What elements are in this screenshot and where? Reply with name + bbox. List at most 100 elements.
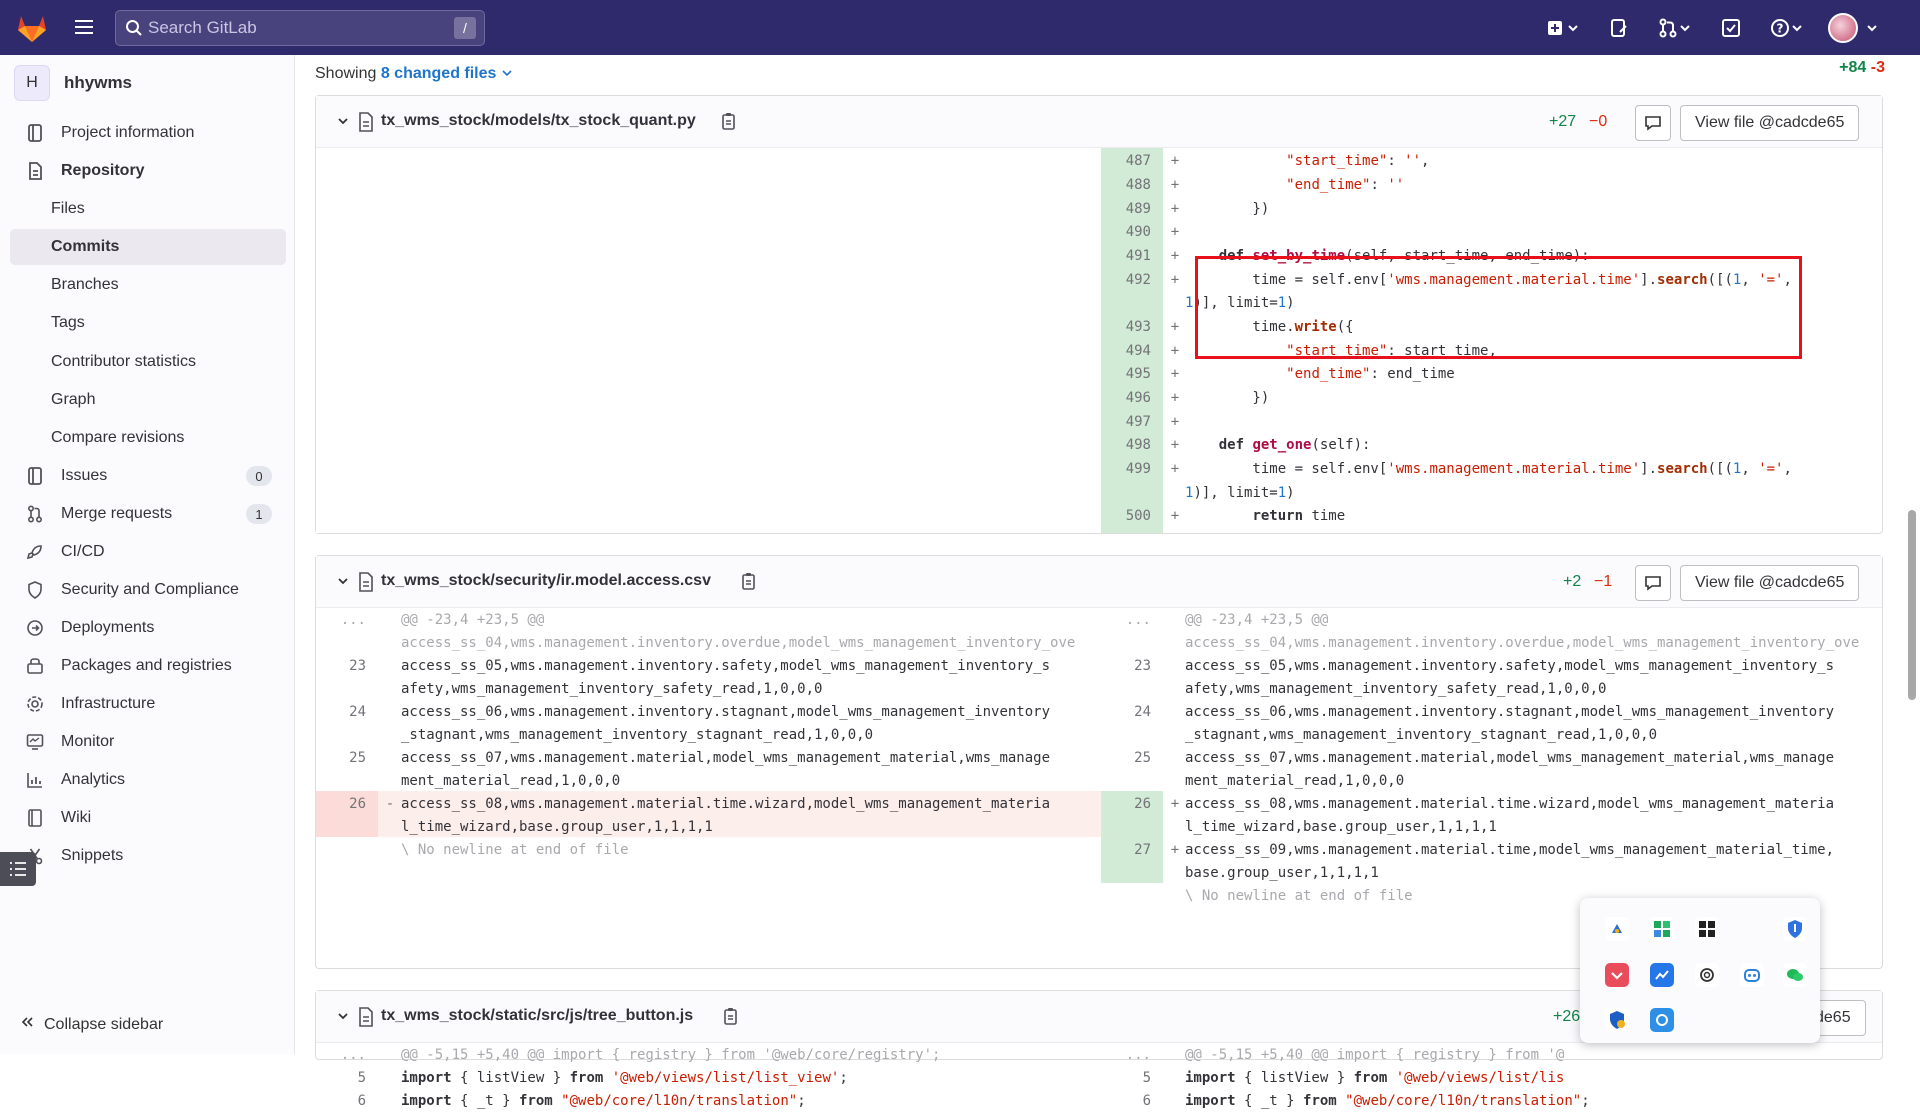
- user-menu[interactable]: [1826, 13, 1880, 43]
- todo-icon[interactable]: [1714, 14, 1748, 42]
- sidebar-item-monitor[interactable]: Monitor: [10, 724, 286, 760]
- expand-lines[interactable]: ...: [316, 609, 378, 632]
- search-input[interactable]: Search GitLab /: [115, 10, 485, 46]
- changed-files-dropdown[interactable]: 8 changed files: [381, 65, 497, 82]
- line-number[interactable]: 26: [1101, 793, 1163, 816]
- sidebar-item-label: Files: [51, 200, 85, 217]
- line-number[interactable]: 23: [1101, 655, 1163, 678]
- line-number[interactable]: 494: [1101, 340, 1163, 363]
- code-line: import { listView } from '@web/views/lis…: [1185, 1070, 1565, 1086]
- copy-icon[interactable]: [741, 572, 757, 595]
- view-file-button[interactable]: View file @cadcde65: [1680, 105, 1860, 141]
- line-number[interactable]: 26: [316, 793, 378, 816]
- app-tray-icon[interactable]: [1605, 917, 1629, 941]
- sidebar-item-compare-revisions[interactable]: Compare revisions: [10, 420, 286, 456]
- chevron-down-icon[interactable]: [501, 65, 513, 82]
- collapse-sidebar-button[interactable]: Collapse sidebar: [20, 1015, 163, 1034]
- chevron-down-icon[interactable]: [336, 1009, 350, 1028]
- sidebar-item-ci-cd[interactable]: CI/CD: [10, 534, 286, 570]
- line-number[interactable]: 23: [316, 655, 378, 678]
- view-file-button[interactable]: View file @cadcde65: [1680, 565, 1860, 601]
- issues-icon[interactable]: [1602, 14, 1636, 42]
- wechat-app-icon[interactable]: [1783, 963, 1807, 987]
- sidebar-item-tags[interactable]: Tags: [10, 305, 286, 341]
- sidebar-item-commits[interactable]: Commits: [10, 229, 286, 265]
- sidebar-item-merge-requests[interactable]: Merge requests 1: [10, 496, 286, 532]
- sidebar-item-snippets[interactable]: Snippets: [10, 838, 286, 874]
- defender-app-icon[interactable]: [1605, 1008, 1629, 1032]
- line-number[interactable]: 498: [1101, 434, 1163, 457]
- hunk-header: @@ -5,15 +5,40 @@ import { registry } fr…: [401, 1047, 941, 1063]
- sidebar-item-issues[interactable]: Issues 0: [10, 458, 286, 494]
- pocket-app-icon[interactable]: [1605, 963, 1629, 987]
- copy-icon[interactable]: [723, 1007, 739, 1030]
- line-number[interactable]: 492: [1101, 269, 1163, 292]
- openai-app-icon[interactable]: [1695, 963, 1719, 987]
- sidebar-item-deployments[interactable]: Deployments: [10, 610, 286, 646]
- line-number[interactable]: 25: [316, 747, 378, 770]
- create-new-icon[interactable]: [1546, 14, 1580, 42]
- sidebar-item-graph[interactable]: Graph: [10, 382, 286, 418]
- line-number[interactable]: 496: [1101, 387, 1163, 410]
- expand-lines[interactable]: ...: [316, 1044, 378, 1067]
- chevron-down-icon[interactable]: [336, 114, 350, 133]
- sidebar-item-infrastructure[interactable]: Infrastructure: [10, 686, 286, 722]
- project-header[interactable]: H hhywms: [14, 65, 132, 101]
- line-number[interactable]: 491: [1101, 245, 1163, 268]
- line-number[interactable]: 5: [316, 1067, 378, 1090]
- gitlab-logo-icon[interactable]: [14, 12, 50, 44]
- chevron-down-icon[interactable]: [336, 574, 350, 593]
- file-tree-toggle-icon[interactable]: [0, 852, 36, 886]
- sidebar-item-label: Merge requests: [61, 505, 173, 522]
- line-number[interactable]: 499: [1101, 458, 1163, 481]
- help-icon[interactable]: ?: [1770, 14, 1804, 42]
- search-shortcut-badge: /: [454, 17, 476, 39]
- sidebar-item-label: Analytics: [61, 771, 126, 788]
- line-number[interactable]: 6: [1101, 1090, 1163, 1113]
- windows-app-icon[interactable]: [1695, 917, 1719, 941]
- line-number[interactable]: 24: [316, 701, 378, 724]
- line-number[interactable]: 500: [1101, 505, 1163, 528]
- sidebar-item-repository[interactable]: Repository: [10, 153, 286, 189]
- robot-app-icon[interactable]: [1740, 963, 1764, 987]
- chart-app-icon[interactable]: [1650, 963, 1674, 987]
- copy-icon[interactable]: [721, 112, 737, 135]
- expand-lines[interactable]: ...: [1101, 1044, 1163, 1067]
- file-deletions: −1: [1594, 573, 1613, 590]
- comment-button[interactable]: [1635, 565, 1671, 601]
- file-path[interactable]: tx_wms_stock/security/ir.model.access.cs…: [381, 572, 711, 590]
- line-number[interactable]: 490: [1101, 221, 1163, 244]
- merge-requests-icon[interactable]: [1658, 14, 1692, 42]
- line-number[interactable]: 25: [1101, 747, 1163, 770]
- line-number[interactable]: 488: [1101, 174, 1163, 197]
- scrollbar-thumb[interactable]: [1908, 510, 1916, 700]
- comment-button[interactable]: [1635, 105, 1671, 141]
- line-number[interactable]: 6: [316, 1090, 378, 1113]
- line-number[interactable]: 487: [1101, 150, 1163, 173]
- sidebar-item-security[interactable]: Security and Compliance: [10, 572, 286, 608]
- sidebar-item-project-information[interactable]: Project information: [10, 115, 286, 151]
- line-number[interactable]: 493: [1101, 316, 1163, 339]
- line-number[interactable]: 5: [1101, 1067, 1163, 1090]
- expand-lines[interactable]: ...: [1101, 609, 1163, 632]
- line-number[interactable]: 497: [1101, 411, 1163, 434]
- sidebar-item-label: Monitor: [61, 733, 115, 750]
- sidebar-item-branches[interactable]: Branches: [10, 267, 286, 303]
- line-number[interactable]: 489: [1101, 198, 1163, 221]
- sidebar-item-packages[interactable]: Packages and registries: [10, 648, 286, 684]
- sidebar-item-files[interactable]: Files: [10, 191, 286, 227]
- line-number[interactable]: 495: [1101, 363, 1163, 386]
- sidebar-item-analytics[interactable]: Analytics: [10, 762, 286, 798]
- grid-app-icon[interactable]: [1650, 917, 1674, 941]
- sync-app-icon[interactable]: [1650, 1008, 1674, 1032]
- deployments-icon: [20, 619, 50, 637]
- line-number[interactable]: 27: [1101, 839, 1163, 862]
- file-path[interactable]: tx_wms_stock/static/src/js/tree_button.j…: [381, 1007, 693, 1025]
- menu-icon[interactable]: [72, 17, 96, 37]
- sidebar-item-wiki[interactable]: Wiki: [10, 800, 286, 836]
- sidebar-item-contributor-statistics[interactable]: Contributor statistics: [10, 344, 286, 380]
- file-path[interactable]: tx_wms_stock/models/tx_stock_quant.py: [381, 112, 696, 130]
- line-number[interactable]: 24: [1101, 701, 1163, 724]
- shield-app-icon[interactable]: [1783, 917, 1807, 941]
- page-scrollbar[interactable]: [1904, 55, 1920, 1054]
